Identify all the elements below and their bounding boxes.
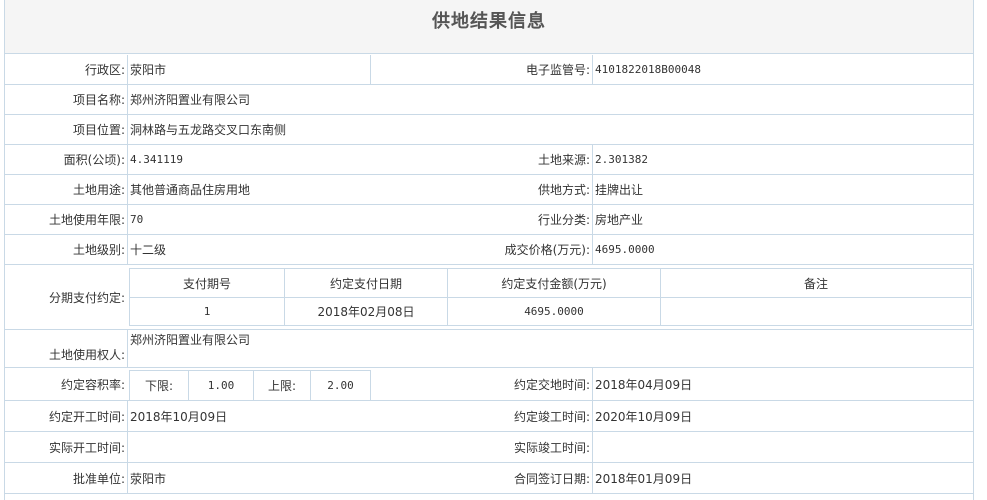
row-use-years: 土地使用年限: 70 行业分类: 房地产业 [5, 205, 973, 235]
row-installment: 分期支付约定: 支付期号 约定支付日期 约定支付金额(万元) 备注 1 2018… [5, 265, 973, 330]
far-range-box: 下限: 1.00 上限: 2.00 [129, 370, 371, 401]
land-user-value: 郑州济阳置业有限公司 [127, 330, 973, 367]
header-period-no: 支付期号 [130, 269, 285, 297]
row-land-user: 土地使用权人: 郑州济阳置业有限公司 [5, 330, 973, 368]
row-floor-area-ratio: 约定容积率: 下限: 1.00 上限: 2.00 约定交地时间: 2018年04… [5, 368, 973, 401]
header-pay-amount: 约定支付金额(万元) [448, 269, 661, 297]
supply-method-value: 挂牌出让 [592, 175, 973, 204]
price-value: 4695.0000 [592, 235, 973, 264]
use-years-value: 70 [127, 205, 370, 234]
start-time-value: 2018年10月09日 [127, 401, 370, 431]
far-label: 约定容积率: [60, 377, 125, 392]
land-grade-value: 十二级 [127, 235, 370, 264]
price-label: 成交价格(万元): [504, 243, 590, 257]
project-location-value: 洞林路与五龙路交叉口东南侧 [127, 115, 973, 144]
row-project-location: 项目位置: 洞林路与五龙路交叉口东南侧 [5, 115, 973, 145]
row-actual-start: 实际开工时间: 实际竣工时间: [5, 432, 973, 463]
delivery-time-value: 2018年04月09日 [592, 368, 973, 400]
far-upper-label: 上限: [267, 379, 297, 393]
land-grade-label: 土地级别: [72, 243, 125, 257]
approval-unit-value: 荥阳市 [127, 463, 370, 493]
cell-pay-date: 2018年02月08日 [285, 298, 448, 325]
project-name-label: 项目名称: [72, 93, 125, 107]
far-lower-label: 下限: [144, 379, 174, 393]
supervision-no-value: 4101822018B00048 [592, 55, 973, 84]
actual-start-label: 实际开工时间: [48, 440, 125, 455]
district-label: 行政区: [84, 63, 125, 77]
row-land-use: 土地用途: 其他普通商品住房用地 供地方式: 挂牌出让 [5, 175, 973, 205]
project-location-label: 项目位置: [72, 123, 125, 137]
actual-start-value [127, 432, 370, 462]
area-value: 4.341119 [127, 145, 370, 174]
actual-completion-value [592, 432, 973, 462]
page-title: 供地结果信息 [432, 11, 546, 32]
district-value: 荥阳市 [127, 55, 370, 84]
row-start-time: 约定开工时间: 2018年10月09日 约定竣工时间: 2020年10月09日 [5, 401, 973, 432]
installment-table-header: 支付期号 约定支付日期 约定支付金额(万元) 备注 [130, 269, 971, 298]
approval-unit-label: 批准单位: [72, 471, 125, 486]
supply-method-label: 供地方式: [537, 183, 590, 197]
row-area: 面积(公顷): 4.341119 土地来源: 2.301382 [5, 145, 973, 175]
row-project-name: 项目名称: 郑州济阳置业有限公司 [5, 85, 973, 115]
actual-completion-label: 实际竣工时间: [513, 440, 590, 455]
project-name-value: 郑州济阳置业有限公司 [127, 85, 973, 114]
cell-period-no: 1 [130, 298, 285, 325]
row-approval-unit: 批准单位: 荥阳市 合同签订日期: 2018年01月09日 [5, 463, 973, 494]
cell-remark [661, 298, 971, 325]
completion-time-value: 2020年10月09日 [592, 401, 973, 431]
table-row: 1 2018年02月08日 4695.0000 [130, 298, 971, 325]
header-remark: 备注 [803, 276, 828, 291]
contract-date-value: 2018年01月09日 [592, 463, 973, 493]
header-pay-date: 约定支付日期 [285, 269, 448, 297]
industry-label: 行业分类: [537, 213, 590, 227]
completion-time-label: 约定竣工时间: [513, 409, 590, 424]
row-land-grade: 土地级别: 十二级 成交价格(万元): 4695.0000 [5, 235, 973, 265]
land-use-value: 其他普通商品住房用地 [127, 175, 370, 204]
far-lower-value: 1.00 [188, 371, 254, 400]
cell-pay-amount: 4695.0000 [448, 298, 661, 325]
area-label: 面积(公顷): [63, 153, 125, 167]
installment-table: 支付期号 约定支付日期 约定支付金额(万元) 备注 1 2018年02月08日 … [129, 268, 972, 326]
use-years-label: 土地使用年限: [48, 213, 125, 227]
far-upper-value: 2.00 [310, 371, 370, 400]
land-supply-result-panel: 供地结果信息 行政区: 荥阳市 电子监管号: 4101822018B00048 … [4, 0, 974, 500]
contract-date-label: 合同签订日期: [513, 471, 590, 486]
installment-label: 分期支付约定: [48, 290, 125, 305]
page-header: 供地结果信息 [5, 0, 973, 54]
land-use-label: 土地用途: [72, 183, 125, 197]
delivery-time-label: 约定交地时间: [513, 377, 590, 392]
land-source-value: 2.301382 [592, 145, 973, 174]
row-district: 行政区: 荥阳市 电子监管号: 4101822018B00048 [5, 55, 973, 85]
supervision-no-label: 电子监管号: [370, 55, 592, 84]
industry-value: 房地产业 [592, 205, 973, 234]
land-source-label: 土地来源: [537, 153, 590, 167]
start-time-label: 约定开工时间: [48, 409, 125, 424]
